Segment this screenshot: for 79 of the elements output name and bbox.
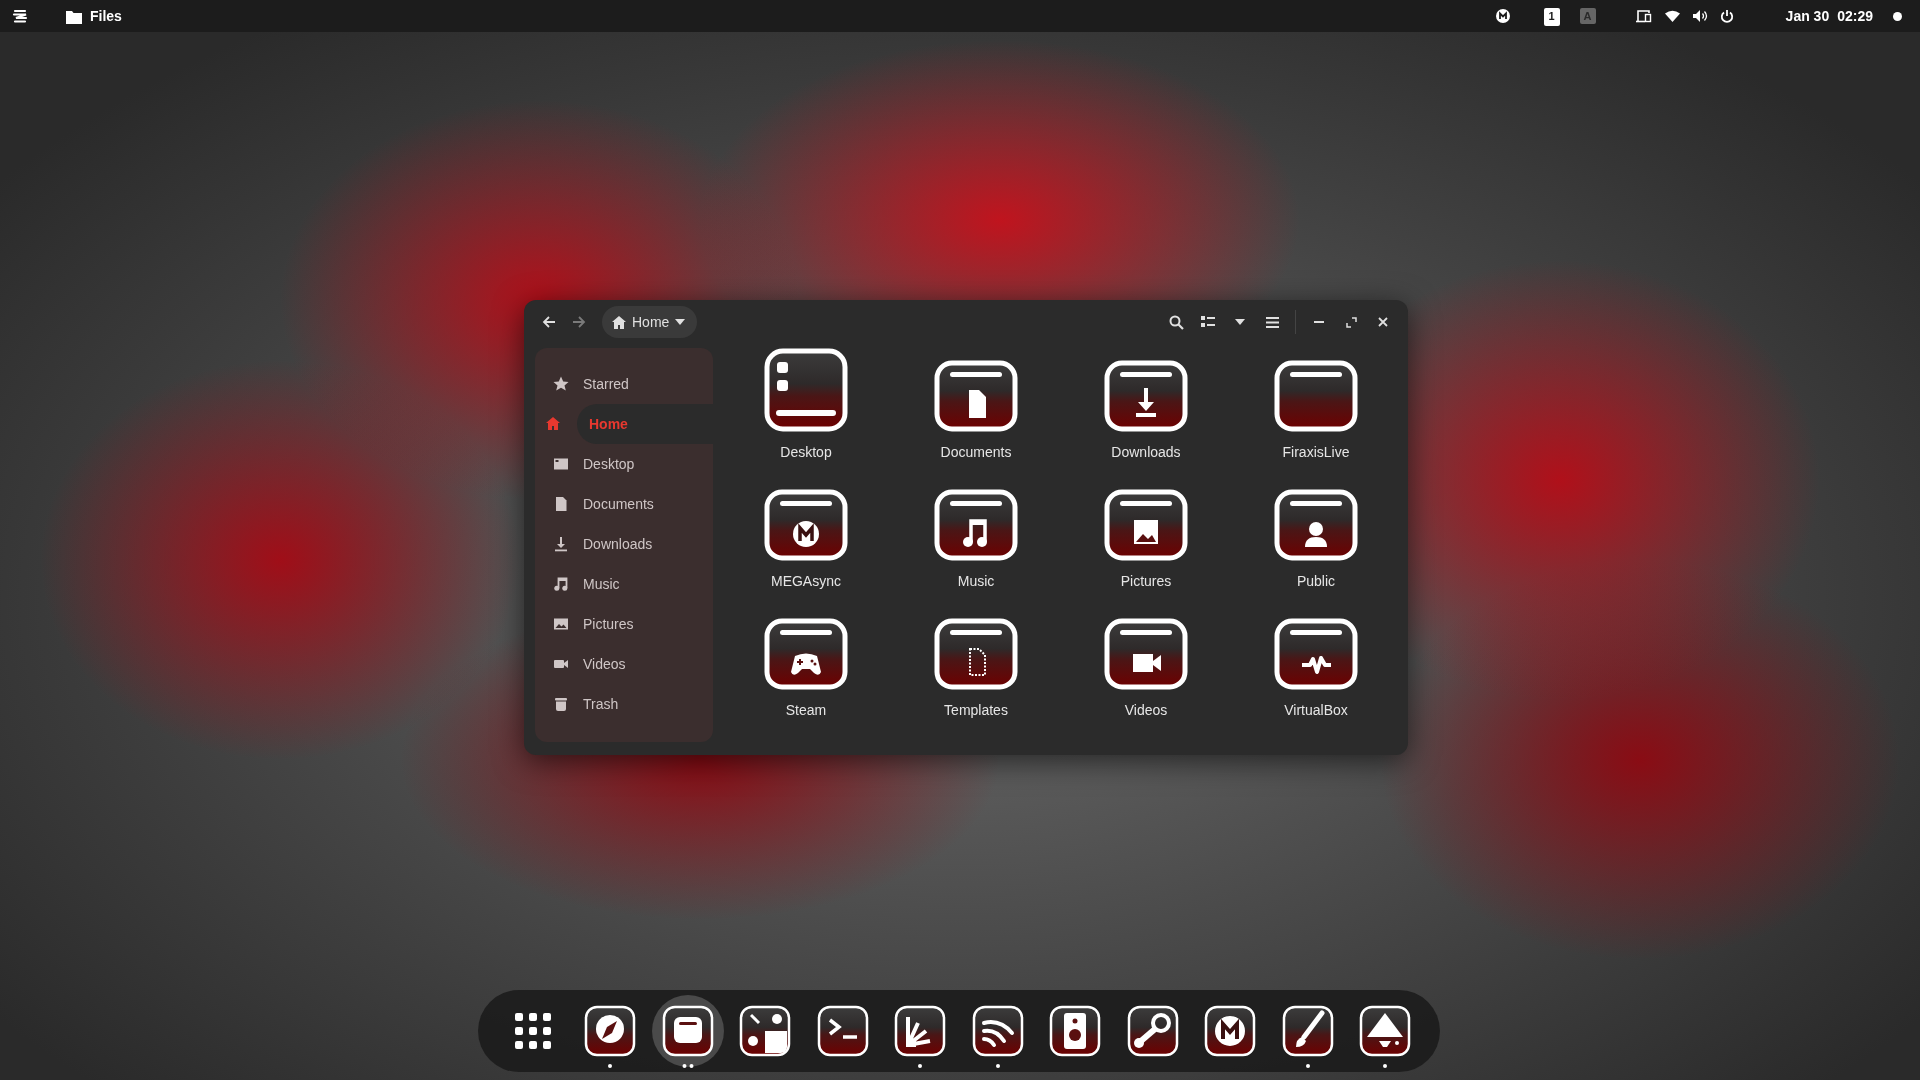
folder-name[interactable]: Steam	[785, 700, 827, 721]
music-note-icon	[553, 576, 569, 592]
desktop-folder-icon[interactable]	[764, 348, 848, 432]
app-menu[interactable]: Files	[90, 5, 122, 27]
compass-icon	[584, 1005, 637, 1057]
caret-icon	[675, 319, 686, 325]
sidebar-item[interactable]: Videos	[535, 644, 713, 684]
tools-icon	[739, 1005, 792, 1057]
devices-icon[interactable]	[1635, 9, 1652, 23]
caret-icon	[1235, 319, 1245, 325]
path-bar-button[interactable]: Home	[602, 306, 698, 338]
running-indicator	[995, 1064, 1000, 1068]
music-note-folder-icon[interactable]	[934, 489, 1018, 561]
picture-icon	[553, 616, 569, 632]
search-icon	[1168, 314, 1184, 330]
folder-name[interactable]: Downloads	[1111, 442, 1181, 463]
blank-page-folder-icon[interactable]	[934, 618, 1018, 690]
download-folder-icon[interactable]	[1104, 360, 1188, 432]
folder-name[interactable]: Pictures	[1120, 571, 1172, 592]
video-camera-folder-icon[interactable]	[1104, 618, 1188, 690]
minimize-icon	[1314, 321, 1324, 323]
running-indicator	[1305, 1064, 1310, 1068]
picture-folder-icon[interactable]	[1104, 489, 1188, 561]
folder-name[interactable]: Public	[1296, 571, 1336, 592]
waves-icon	[971, 1005, 1024, 1057]
folder-name[interactable]: Templates	[944, 700, 1008, 721]
sidebar-item[interactable]: Downloads	[535, 524, 713, 564]
document-folder-icon[interactable]	[934, 360, 1018, 432]
sidebar-item[interactable]: Desktop	[535, 444, 713, 484]
folder-icon	[66, 8, 82, 24]
sidebar-item[interactable]: Trash	[535, 684, 713, 724]
speaker-icon	[1049, 1005, 1102, 1057]
folder-name[interactable]: Videos	[1124, 700, 1168, 721]
volume-icon[interactable]	[1691, 9, 1708, 23]
sidebar-item[interactable]: Pictures	[535, 604, 713, 644]
left-arrow-icon	[542, 315, 556, 329]
sidebar-item[interactable]: Music	[535, 564, 713, 604]
mountain-icon	[1359, 1005, 1412, 1057]
steam-icon	[1126, 1005, 1179, 1057]
close-icon	[1378, 317, 1388, 327]
folder-name[interactable]: Desktop	[780, 442, 832, 463]
app-grid-icon	[514, 1013, 551, 1049]
running-indicator	[682, 1064, 694, 1068]
folder-name[interactable]: VirtualBox	[1284, 700, 1348, 721]
terminal-icon	[816, 1005, 869, 1057]
running-indicator	[608, 1064, 613, 1068]
star-icon	[553, 376, 569, 392]
trash-icon	[553, 696, 569, 712]
running-indicator	[1383, 1064, 1388, 1068]
document-icon	[553, 496, 569, 512]
gamepad-folder-icon[interactable]	[764, 618, 848, 690]
person-folder-icon[interactable]	[1274, 489, 1358, 561]
list-view-icon	[1201, 316, 1215, 328]
folder-name[interactable]: FiraxisLive	[1282, 442, 1350, 463]
activities-icon[interactable]	[12, 9, 28, 23]
maximize-icon	[1345, 316, 1357, 328]
window-icon	[661, 1005, 714, 1057]
wifi-icon[interactable]	[1664, 10, 1680, 22]
clock-date[interactable]: Jan 30	[1785, 5, 1830, 27]
clock-time[interactable]: 02:29	[1837, 5, 1873, 27]
running-indicator	[918, 1064, 923, 1068]
workspace-indicator[interactable]: 1	[1543, 8, 1560, 24]
brush-icon	[1281, 1005, 1334, 1057]
monitor-icon	[553, 456, 569, 472]
notification-dot[interactable]	[1893, 11, 1902, 21]
fan-icon	[894, 1005, 947, 1057]
pulse-folder-icon[interactable]	[1274, 618, 1358, 690]
menu-icon	[1265, 316, 1279, 328]
right-arrow-icon	[572, 315, 586, 329]
home-icon	[612, 315, 626, 329]
folder-name[interactable]: MEGAsync	[771, 571, 841, 592]
power-icon[interactable]	[1719, 9, 1734, 23]
folder-folder-icon[interactable]	[1274, 360, 1358, 432]
download-icon	[553, 536, 569, 552]
sidebar-item[interactable]: Starred	[535, 364, 713, 404]
folder-name[interactable]: Documents	[940, 442, 1012, 463]
folder-name[interactable]: Music	[957, 571, 995, 592]
sidebar-item[interactable]: Documents	[535, 484, 713, 524]
home-icon	[545, 416, 561, 432]
